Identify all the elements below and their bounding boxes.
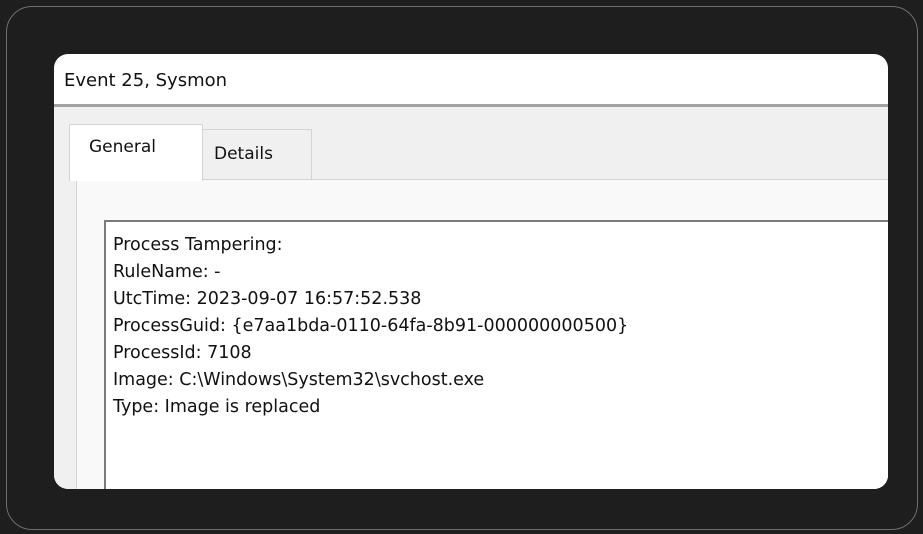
tab-general[interactable]: General (69, 124, 203, 181)
tab-details-label: Details (214, 144, 273, 164)
description-line: Process Tampering: (113, 235, 283, 255)
description-line: UtcTime: 2023-09-07 16:57:52.538 (113, 289, 422, 309)
event-properties-window: Event 25, Sysmon General Details Process… (54, 54, 888, 489)
description-line: Type: Image is replaced (113, 397, 321, 417)
tab-details[interactable]: Details (202, 129, 312, 179)
window-title: Event 25, Sysmon (64, 70, 228, 91)
tab-general-label: General (89, 137, 156, 157)
event-description-textbox[interactable]: Process Tampering: RuleName: - UtcTime: … (104, 220, 888, 489)
description-line: ProcessGuid: {e7aa1bda-0110-64fa-8b91-00… (113, 316, 629, 336)
description-line: ProcessId: 7108 (113, 343, 252, 363)
description-line: Image: C:\Windows\System32\svchost.exe (113, 370, 485, 390)
description-line: RuleName: - (113, 262, 221, 282)
